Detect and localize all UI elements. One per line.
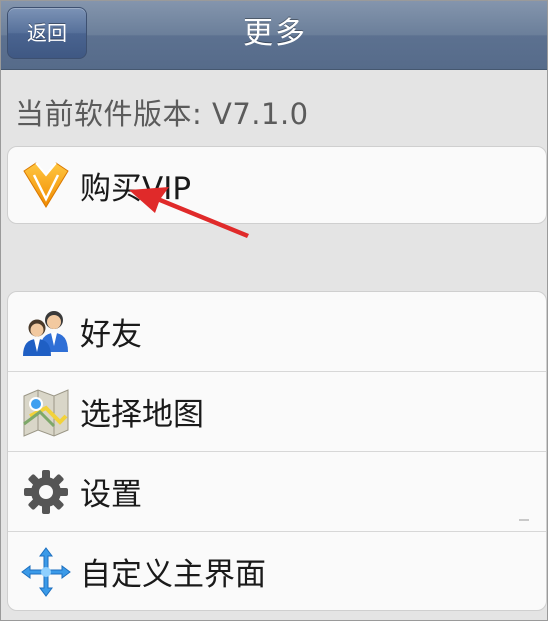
menu-item-label: 选择地图 — [80, 397, 204, 433]
menu-item-friends[interactable]: 好友 — [8, 292, 546, 372]
menu-group: 好友 选择地图 设置 自定义主界面 — [7, 291, 547, 611]
menu-item-label: 设置 — [80, 477, 142, 513]
menu-item-settings[interactable]: 设置 — [8, 452, 546, 532]
back-button[interactable]: 返回 — [7, 7, 87, 59]
menu-item-select-map[interactable]: 选择地图 — [8, 372, 546, 452]
map-icon — [23, 389, 69, 437]
custom-arrows-icon — [21, 547, 71, 597]
app-screen: 更多 返回 当前软件版本: V7.1.0 购买VIP 好友 选择地图 设置 自定… — [0, 0, 548, 621]
vip-diamond-icon — [23, 162, 69, 208]
friends-icon — [23, 311, 68, 356]
menu-item-label: 好友 — [80, 317, 142, 353]
vip-group: 购买VIP — [7, 146, 547, 224]
version-text: 当前软件版本: V7.1.0 — [15, 97, 309, 131]
title-bar: 更多 返回 — [1, 1, 547, 70]
menu-item-label: 购买VIP — [80, 170, 192, 207]
menu-item-label: 自定义主界面 — [80, 557, 266, 593]
menu-item-buy-vip[interactable]: 购买VIP — [8, 147, 546, 223]
divider — [519, 519, 529, 521]
gear-icon — [24, 470, 68, 514]
menu-item-customize-main[interactable]: 自定义主界面 — [8, 532, 546, 610]
